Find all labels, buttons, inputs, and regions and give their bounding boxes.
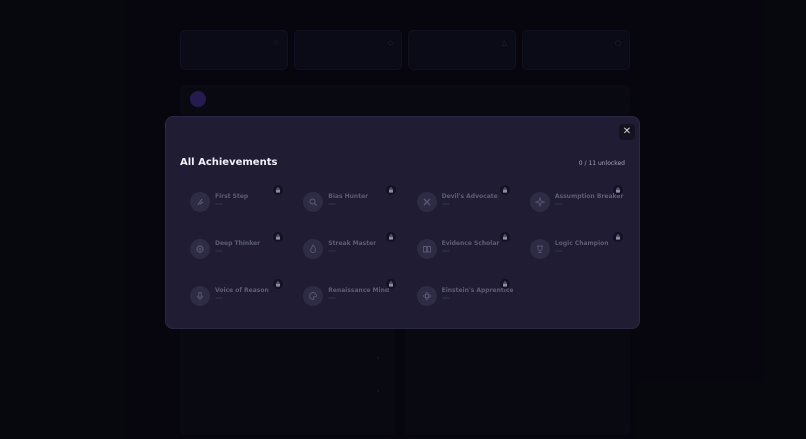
lock-icon [273, 232, 283, 242]
lock-icon [273, 185, 283, 195]
achievement-card[interactable]: Bias Hunter [293, 183, 402, 225]
achievement-card[interactable]: Devil's Advocate [406, 183, 515, 225]
brain-icon [190, 239, 210, 259]
achievement-name: Renaissance Mind [328, 287, 390, 294]
achievement-description [328, 250, 337, 252]
achievement-card[interactable]: Deep Thinker [180, 230, 288, 272]
achievement-description [554, 250, 563, 252]
lock-icon [386, 232, 397, 242]
achievement-description [554, 203, 563, 205]
achievement-card[interactable]: Evidence Scholar [406, 230, 515, 272]
achievement-description [328, 297, 337, 299]
achievement-card[interactable]: Renaissance Mind [293, 277, 402, 319]
trophy-icon [529, 239, 550, 259]
achievement-description [441, 250, 450, 252]
lock-icon [386, 279, 397, 289]
achievement-name: Evidence Scholar [441, 240, 500, 247]
achievement-card[interactable]: Streak Master [293, 230, 402, 272]
achievement-name: Deep Thinker [215, 240, 261, 247]
lock-icon [386, 185, 397, 195]
achievement-description [328, 203, 337, 205]
lock-icon [612, 185, 623, 195]
achievement-name: Devil's Advocate [441, 193, 498, 200]
achievement-description [215, 203, 223, 205]
palette-icon [303, 286, 324, 306]
unlock-count: 0 / 11 unlocked [578, 160, 625, 167]
achievement-card[interactable]: Einstein's Apprentice [406, 277, 515, 319]
achievement-name: Bias Hunter [328, 193, 369, 200]
mic-icon [190, 286, 210, 306]
achievement-card[interactable]: Assumption Breaker [519, 183, 628, 225]
swords-icon [416, 192, 437, 212]
achievement-description [215, 297, 223, 299]
lock-icon [499, 279, 510, 289]
achievement-description [441, 203, 450, 205]
search-icon [303, 192, 324, 212]
lock-icon [499, 185, 510, 195]
achievement-name: Streak Master [328, 240, 377, 247]
lock-icon [273, 279, 283, 289]
achievement-card[interactable]: Logic Champion [519, 230, 628, 272]
flame-icon [303, 239, 324, 259]
atom-icon [416, 286, 437, 306]
achievement-name: Logic Champion [554, 240, 609, 247]
book-icon [416, 239, 437, 259]
lock-icon [499, 232, 510, 242]
lock-icon [612, 232, 623, 242]
achievement-card[interactable]: First Step [180, 183, 288, 225]
achievement-description [441, 297, 450, 299]
achievement-name: First Step [215, 193, 249, 200]
achievement-name: Assumption Breaker [554, 193, 624, 200]
sparkle-icon [529, 192, 550, 212]
modal-title: All Achievements [180, 157, 278, 168]
achievement-name: Voice of Reason [215, 287, 269, 294]
achievement-card[interactable]: Voice of Reason [180, 277, 288, 319]
achievements-modal: ✕ All Achievements 0 / 11 unlocked First… [165, 116, 640, 329]
close-button[interactable]: ✕ [619, 124, 635, 140]
footprint-icon [190, 192, 210, 212]
achievement-description [215, 250, 223, 252]
achievements-grid: First Step Bias Hunter Devil's Advocate [180, 183, 628, 319]
